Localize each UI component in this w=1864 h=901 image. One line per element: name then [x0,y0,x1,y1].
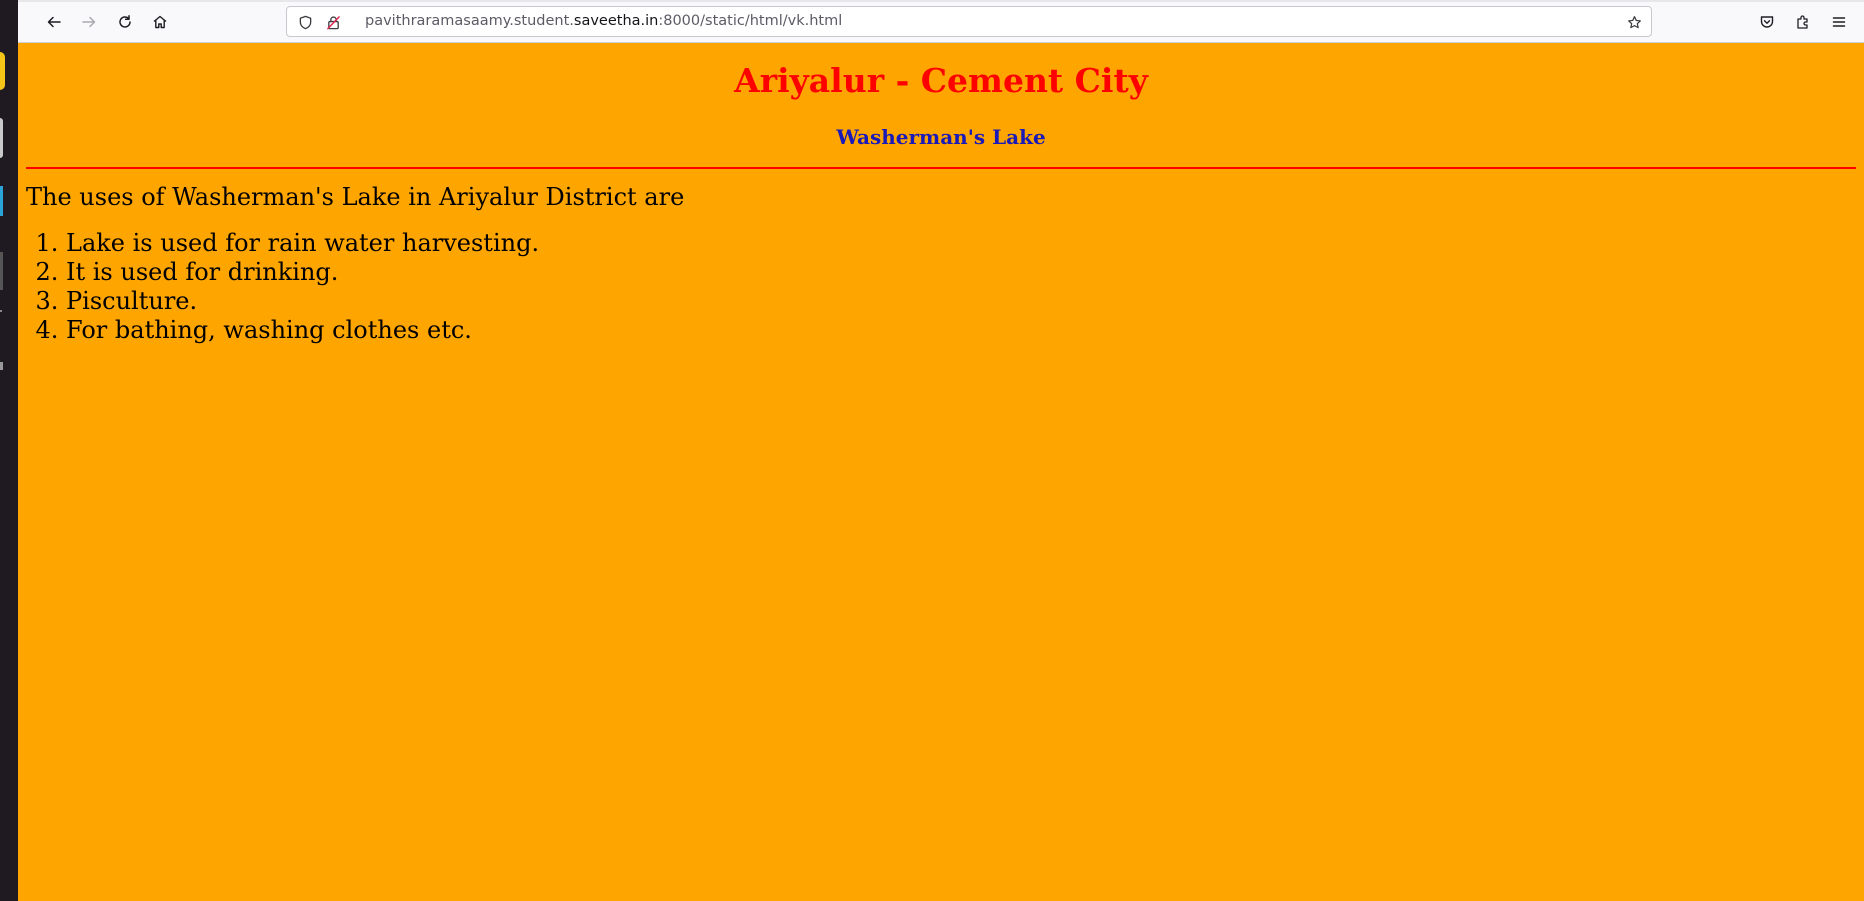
bookmark-star-icon[interactable] [1626,14,1642,30]
dock-app-icon[interactable] [0,52,5,90]
reload-button[interactable] [113,10,137,34]
list-item: Pisculture. [66,287,539,316]
intro-text: The uses of Washerman's Lake in Ariyalur… [26,183,685,211]
arrow-left-icon [47,16,61,28]
extensions-button[interactable] [1791,10,1815,34]
reload-icon [119,15,131,28]
page-title: Ariyalur - Cement City [734,61,1148,100]
list-item: It is used for drinking. [66,258,539,287]
dock [0,0,18,901]
horizontal-rule [26,167,1856,169]
url-path: :8000/static/html/vk.html [658,13,843,29]
menu-button[interactable] [1827,10,1851,34]
url-text[interactable]: pavithraramasaamy.student.saveetha.in:80… [365,13,842,29]
insecure-lock-icon[interactable] [325,14,341,30]
home-button[interactable] [148,10,172,34]
dock-app-icon[interactable] [0,252,3,290]
forward-button[interactable] [77,10,101,34]
browser-toolbar: pavithraramasaamy.student.saveetha.in:80… [18,0,1864,43]
url-prefix: pavithraramasaamy.student. [365,13,574,29]
dock-app-icon[interactable] [0,186,3,216]
dock-app-icon[interactable] [0,362,3,370]
dock-app-icon[interactable] [0,118,3,158]
web-page: Ariyalur - Cement City Washerman's Lake … [18,43,1864,901]
list-item: For bathing, washing clothes etc. [66,316,539,345]
hamburger-menu-icon [1832,17,1846,27]
address-bar[interactable]: pavithraramasaamy.student.saveetha.in:80… [286,6,1652,37]
dock-separator [0,310,2,312]
pocket-icon [1760,16,1774,28]
home-icon [153,15,167,29]
back-button[interactable] [42,10,66,34]
url-host: saveetha.in [573,13,659,29]
page-subtitle: Washerman's Lake [836,125,1046,149]
puzzle-icon [1797,15,1808,29]
list-item: Lake is used for rain water harvesting. [66,229,539,258]
arrow-right-icon [82,16,96,28]
shield-icon[interactable] [297,14,313,30]
uses-list: Lake is used for rain water harvesting. … [26,229,539,345]
pocket-button[interactable] [1755,10,1779,34]
